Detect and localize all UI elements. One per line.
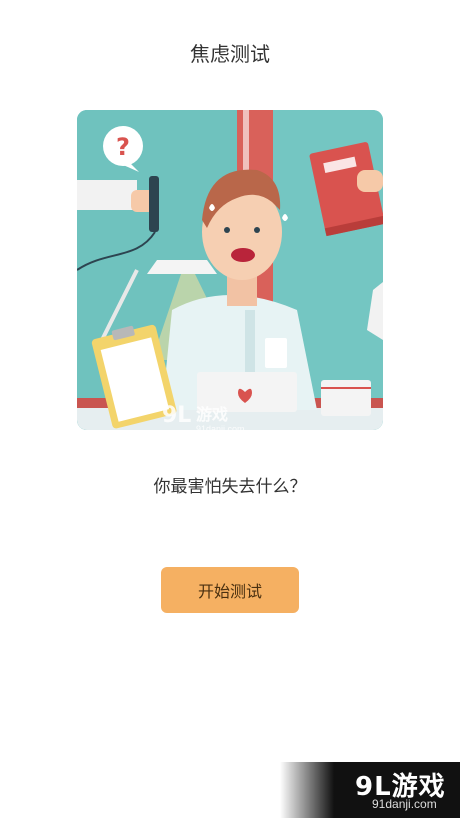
corner-watermark-url: 91danji.com (372, 797, 437, 811)
svg-text:?: ? (116, 133, 130, 161)
watermark-logo-overlay: 9L 游戏 91danji.com (160, 398, 260, 438)
svg-text:游戏: 游戏 (196, 405, 228, 424)
anxiety-illustration: ? (77, 110, 383, 430)
page-title: 焦虑测试 (190, 42, 270, 66)
svg-text:91danji.com: 91danji.com (196, 424, 245, 434)
svg-text:9L: 9L (162, 403, 191, 428)
start-test-button[interactable]: 开始测试 (161, 567, 299, 613)
test-question: 你最害怕失去什么？ (153, 477, 307, 497)
